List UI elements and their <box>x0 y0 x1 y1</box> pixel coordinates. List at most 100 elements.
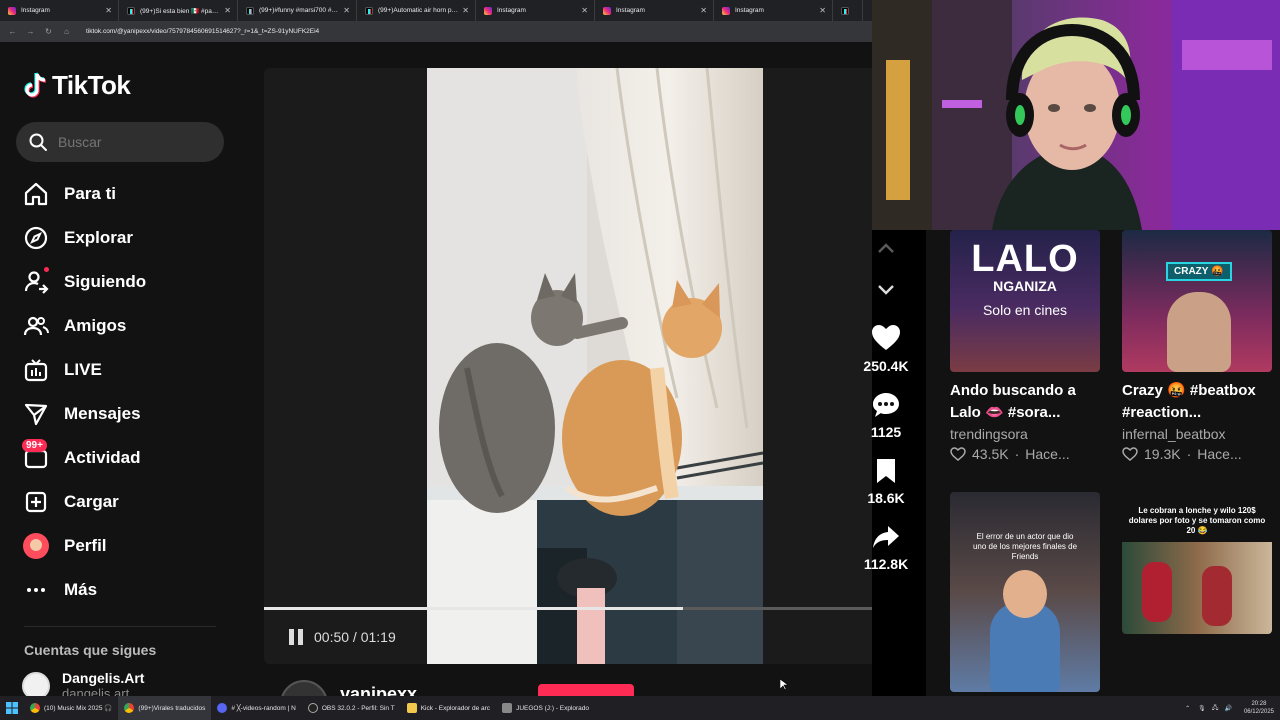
sidebar-item-amigos[interactable]: Amigos <box>22 304 222 348</box>
close-icon[interactable]: ✕ <box>343 6 350 15</box>
tray-chevron-icon[interactable]: ⌃ <box>1185 705 1190 712</box>
share-button[interactable]: 112.8K <box>846 524 926 572</box>
browser-tab[interactable]: (99+)Automatic air horn prank ✕ <box>357 0 476 21</box>
browser-tab[interactable]: Instagram ✕ <box>714 0 833 21</box>
start-button[interactable] <box>0 696 24 720</box>
pause-icon[interactable] <box>288 628 304 646</box>
card-title-line: Crazy 🤬 #beatbox <box>1122 382 1256 399</box>
instagram-icon <box>484 6 492 15</box>
taskbar-app-label: OBS 32.0.2 - Perfil: Sin T <box>321 704 395 712</box>
sidebar-item-mas[interactable]: Más <box>22 568 222 612</box>
sidebar-item-para-ti[interactable]: Para ti <box>22 172 222 216</box>
url-field[interactable]: tiktok.com/@yanipexx/video/7579784560691… <box>86 28 319 35</box>
comment-count: 1125 <box>870 424 902 440</box>
search-input[interactable] <box>58 134 208 150</box>
heart-outline-icon <box>950 447 966 461</box>
tab-label: (99+)Automatic air horn prank <box>378 7 459 14</box>
taskbar-app[interactable]: # ╳-videos-random | N <box>211 696 302 720</box>
close-icon[interactable]: ✕ <box>819 6 826 15</box>
video-thumbnail[interactable]: Le cobran a lonche y wilo 120$ dolares p… <box>1122 492 1272 634</box>
video-frame[interactable] <box>427 68 763 664</box>
card-author[interactable]: infernal_beatbox <box>1122 426 1272 442</box>
card-time: Hace... <box>1197 446 1242 462</box>
video-card[interactable]: CRAZY 🤬 Crazy 🤬 #beatbox #reaction... inf… <box>1122 230 1272 462</box>
taskbar-app[interactable]: JUEGOS (J:) - Explorado <box>496 696 595 720</box>
activity-badge: 99+ <box>22 439 47 452</box>
browser-tab[interactable]: (99+)Si esta bien 🇲🇽 #parati # ✕ <box>119 0 238 21</box>
card-stats: 19.3K · Hace... <box>1122 446 1272 462</box>
instagram-icon <box>722 6 730 15</box>
forward-icon[interactable]: → <box>24 25 37 38</box>
video-thumbnail[interactable]: El error de un actor que dio uno de los … <box>950 492 1100 692</box>
sidebar-item-explorar[interactable]: Explorar <box>22 216 222 260</box>
following-account[interactable]: Dangelis.Art dangelis.art <box>22 670 144 696</box>
taskbar-app[interactable]: (10) Music Mix 2025 🎧 <box>24 696 118 720</box>
back-icon[interactable]: ← <box>6 25 19 38</box>
video-thumbnail[interactable]: LALO NGANIZA Solo en cines <box>950 230 1100 372</box>
video-card[interactable]: El error de un actor que dio uno de los … <box>950 492 1100 692</box>
notification-dot <box>44 267 49 272</box>
close-icon[interactable]: ✕ <box>700 6 707 15</box>
video-player[interactable]: 00:50 / 01:19 <box>264 68 872 664</box>
mouse-cursor-icon <box>780 679 788 691</box>
close-icon[interactable]: ✕ <box>581 6 588 15</box>
browser-tab[interactable]: Instagram ✕ <box>476 0 595 21</box>
taskbar-app[interactable]: (99+)Virales traducidos <box>118 696 212 720</box>
taskbar-app-label: JUEGOS (J:) - Explorado <box>516 704 590 712</box>
creator-avatar[interactable] <box>280 680 328 696</box>
video-card[interactable]: Le cobran a lonche y wilo 120$ dolares p… <box>1122 492 1272 634</box>
creator-name[interactable]: yanipexx <box>340 684 417 696</box>
video-time: 00:50 / 01:19 <box>314 629 396 645</box>
sidebar-item-live[interactable]: LIVE <box>22 348 222 392</box>
discord-icon <box>217 703 228 713</box>
browser-tab[interactable]: Instagram ✕ <box>0 0 119 21</box>
search-icon <box>29 133 47 151</box>
system-clock[interactable]: 20:28 06/12/2025 <box>1244 700 1274 716</box>
tab-label: Instagram <box>616 7 645 14</box>
home-icon[interactable]: ⌂ <box>60 25 73 38</box>
sidebar-item-mensajes[interactable]: Mensajes <box>22 392 222 436</box>
close-icon[interactable]: ✕ <box>105 6 112 15</box>
sidebar-item-siguiendo[interactable]: Siguiendo <box>22 260 222 304</box>
network-icon[interactable]: 🖧 <box>1212 703 1219 713</box>
volume-icon[interactable]: 🔊 <box>1224 705 1231 712</box>
browser-tab[interactable]: (99+)#funny #marsi700 #viral ✕ <box>238 0 357 21</box>
logo-text: TikTok <box>52 70 131 100</box>
card-likes: 43.5K <box>972 446 1009 462</box>
browser-tab-strip: Instagram ✕ (99+)Si esta bien 🇲🇽 #parati … <box>0 0 872 21</box>
heart-outline-icon <box>1122 447 1138 461</box>
tiktok-logo[interactable]: TikTok <box>24 70 131 101</box>
obs-icon <box>307 703 318 713</box>
avatar <box>22 671 50 696</box>
video-progress-bar[interactable] <box>264 607 872 610</box>
taskbar-app[interactable]: Kick - Explorador de arc <box>401 696 496 720</box>
sidebar-item-actividad[interactable]: 99+ Actividad <box>22 436 222 480</box>
sidebar-item-perfil[interactable]: Perfil <box>22 524 222 568</box>
video-card[interactable]: LALO NGANIZA Solo en cines Ando buscando… <box>950 230 1100 462</box>
comment-button[interactable]: 1125 <box>846 392 926 440</box>
next-video-button[interactable] <box>846 284 926 296</box>
close-icon[interactable]: ✕ <box>224 6 231 15</box>
follow-button[interactable] <box>538 684 634 696</box>
card-likes: 19.3K <box>1144 446 1181 462</box>
browser-tab[interactable]: Instagram ✕ <box>595 0 714 21</box>
system-tray: ⌃ 🎙 🖧 🔊 20:28 06/12/2025 <box>1185 696 1274 720</box>
previous-video-button[interactable] <box>846 242 926 254</box>
sidebar-item-cargar[interactable]: Cargar <box>22 480 222 524</box>
like-button[interactable]: 250.4K <box>846 324 926 374</box>
tiktok-icon <box>841 6 849 15</box>
card-stats: 43.5K · Hace... <box>950 446 1100 462</box>
streamer-webcam-image <box>872 0 1280 230</box>
close-icon[interactable]: ✕ <box>462 6 469 15</box>
reload-icon[interactable]: ↻ <box>42 25 55 38</box>
taskbar-app[interactable]: OBS 32.0.2 - Perfil: Sin T <box>302 696 401 720</box>
video-thumbnail[interactable]: CRAZY 🤬 <box>1122 230 1272 372</box>
search-box[interactable] <box>16 122 224 162</box>
save-button[interactable]: 18.6K <box>846 458 926 506</box>
card-author[interactable]: trendingsora <box>950 426 1100 442</box>
sidebar-item-label: Perfil <box>64 536 107 555</box>
microphone-icon[interactable]: 🎙 <box>1198 705 1206 712</box>
taskbar-app-label: # ╳-videos-random | N <box>231 705 296 712</box>
browser-tab[interactable] <box>833 0 863 21</box>
taskbar-app-label: (99+)Virales traducidos <box>138 704 206 712</box>
